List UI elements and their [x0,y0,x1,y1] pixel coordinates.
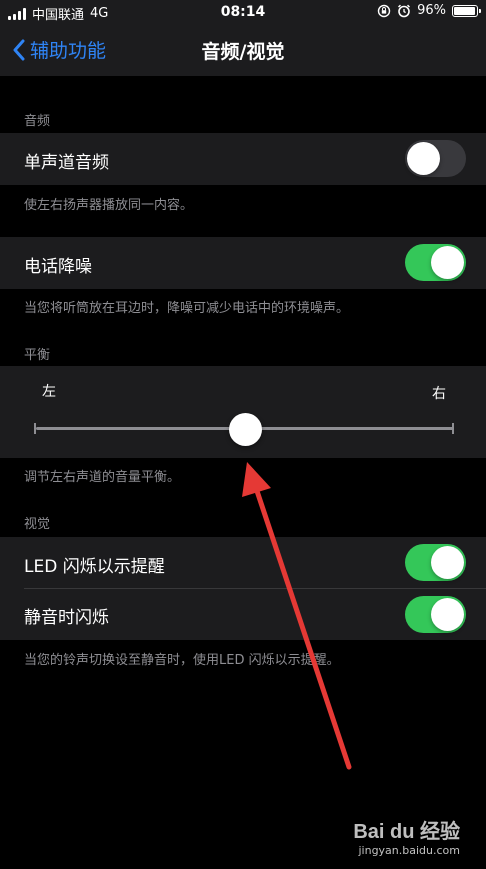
baidu-watermark: Bai du 经验 jingyan.baidu.com [353,815,460,857]
watermark-url: jingyan.baidu.com [358,844,460,857]
watermark-logo: Bai du 经验 [353,821,460,843]
annotation-arrow [242,462,352,770]
